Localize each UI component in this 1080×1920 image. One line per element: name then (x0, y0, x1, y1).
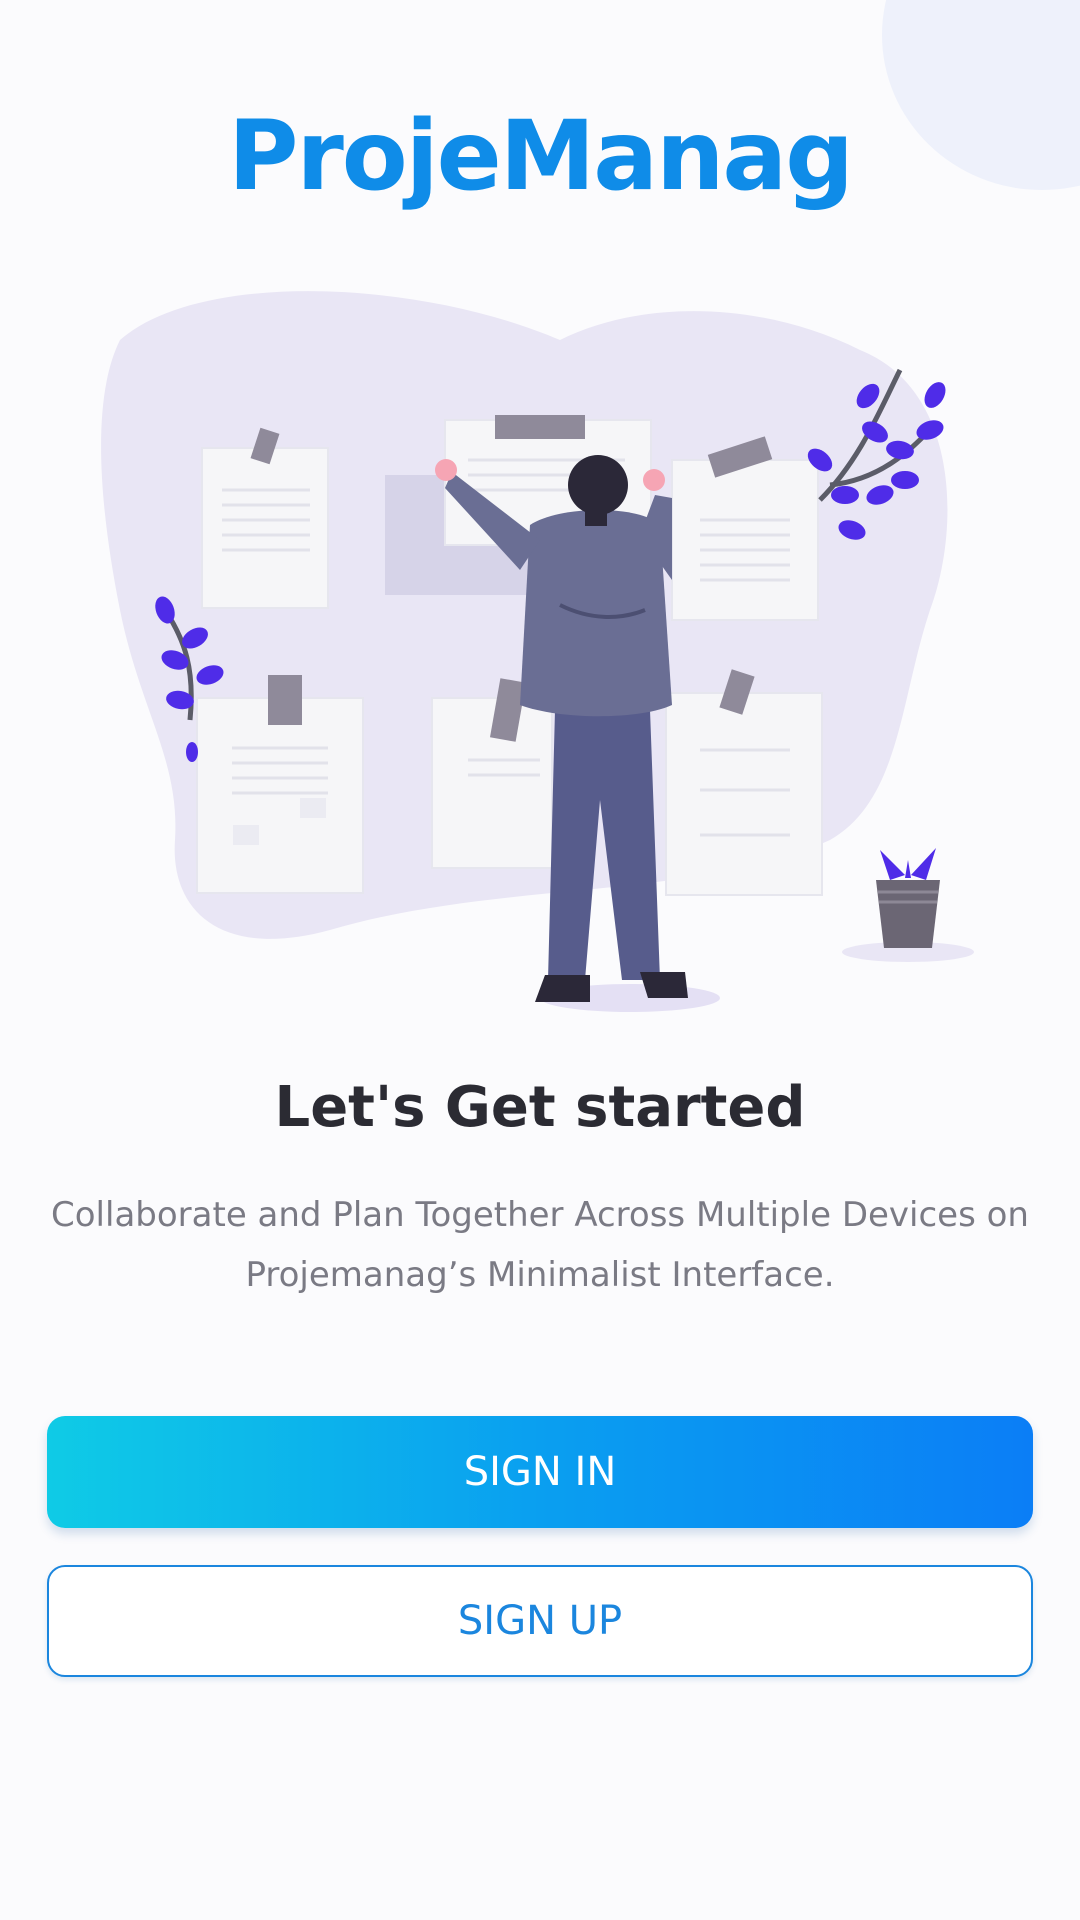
app-logo: ProjeManag (228, 100, 854, 212)
welcome-screen: ProjeManag Let's Get started Collaborate… (0, 0, 1080, 1920)
person-pinning-notes-illustration (101, 291, 974, 1012)
page-headline: Let's Get started (274, 1075, 806, 1140)
sign-in-button[interactable]: SIGN IN (47, 1416, 1033, 1528)
potted-plant (842, 848, 974, 962)
sign-in-label: SIGN IN (463, 1449, 617, 1495)
note-square (300, 798, 326, 818)
sign-up-button[interactable]: SIGN UP (47, 1565, 1033, 1677)
page-subtitle: Collaborate and Plan Together Across Mul… (51, 1195, 1029, 1295)
note-square (233, 825, 259, 845)
sign-up-label: SIGN UP (457, 1598, 623, 1644)
